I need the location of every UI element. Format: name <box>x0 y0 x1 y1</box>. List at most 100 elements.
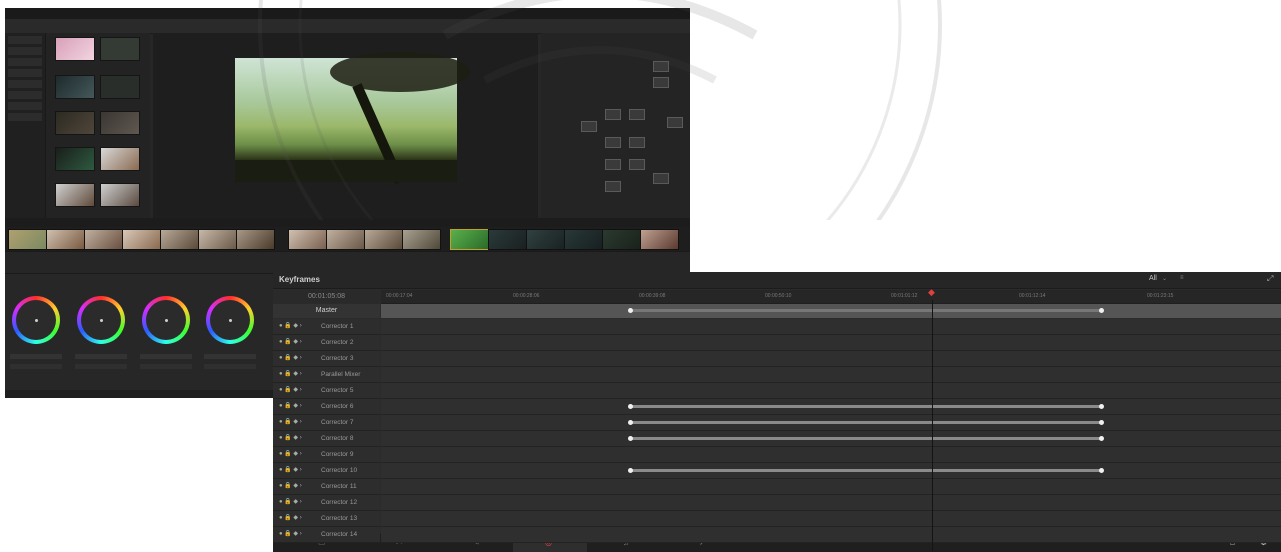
track-label[interactable]: ● 🔒 ◆ › Corrector 6 <box>273 399 380 415</box>
keyframe[interactable] <box>1099 420 1104 425</box>
still-thumbnail[interactable] <box>55 147 95 171</box>
track-label[interactable]: ● 🔒 ◆ › Corrector 1 <box>273 319 380 335</box>
track-label[interactable]: ● 🔒 ◆ › Corrector 8 <box>273 431 380 447</box>
keyframe[interactable] <box>628 308 633 313</box>
still-thumbnail[interactable] <box>55 37 95 61</box>
still-thumbnail[interactable] <box>100 111 140 135</box>
lift-wheel[interactable] <box>12 296 60 344</box>
clip-thumbnail[interactable] <box>326 229 365 250</box>
track-lane[interactable] <box>381 447 1281 463</box>
track-label[interactable]: ● 🔒 ◆ › Corrector 3 <box>273 351 380 367</box>
track-controls[interactable]: ● 🔒 ◆ › <box>279 434 302 441</box>
clip-thumbnail[interactable] <box>288 229 327 250</box>
node[interactable] <box>629 109 645 120</box>
track-controls[interactable]: ● 🔒 ◆ › <box>279 354 302 361</box>
viewer-frame[interactable] <box>235 52 470 185</box>
track-controls[interactable]: ● 🔒 ◆ › <box>279 370 302 377</box>
keyframe[interactable] <box>1099 436 1104 441</box>
clip-thumbnail[interactable] <box>402 229 441 250</box>
track-label[interactable]: ● 🔒 ◆ › Corrector 5 <box>273 383 380 399</box>
node[interactable] <box>653 173 669 184</box>
track-lane[interactable] <box>381 335 1281 351</box>
track-label[interactable]: ● 🔒 ◆ › Corrector 9 <box>273 447 380 463</box>
clip-thumbnail[interactable] <box>602 229 641 250</box>
playhead-marker[interactable]: ◆ <box>928 288 935 297</box>
keyframe[interactable] <box>628 420 633 425</box>
still-thumbnail[interactable] <box>55 75 95 99</box>
track-lane[interactable] <box>381 479 1281 495</box>
gamma-wheel[interactable] <box>77 296 125 344</box>
keyframe-filter-dropdown[interactable]: All <box>1149 275 1157 282</box>
gain-wheel[interactable] <box>142 296 190 344</box>
clip-thumbnail[interactable] <box>160 229 199 250</box>
node[interactable] <box>667 117 683 128</box>
track-lane[interactable] <box>381 463 1281 479</box>
track-label[interactable]: ● 🔒 ◆ › Corrector 10 <box>273 463 380 479</box>
clip-thumbnail[interactable] <box>450 229 489 250</box>
clip-thumbnail[interactable] <box>564 229 603 250</box>
track-lane[interactable] <box>381 495 1281 511</box>
node[interactable] <box>629 137 645 148</box>
still-thumbnail[interactable] <box>100 147 140 171</box>
still-thumbnail[interactable] <box>100 183 140 207</box>
master-track-lane[interactable] <box>381 304 1281 318</box>
clip-thumbnail[interactable] <box>8 229 47 250</box>
track-controls[interactable]: ● 🔒 ◆ › <box>279 466 302 473</box>
track-controls[interactable]: ● 🔒 ◆ › <box>279 338 302 345</box>
clip-thumbnail[interactable] <box>84 229 123 250</box>
expand-icon[interactable]: ⤢ <box>1267 274 1273 284</box>
track-label[interactable]: ● 🔒 ◆ › Corrector 7 <box>273 415 380 431</box>
track-lane[interactable] <box>381 527 1281 543</box>
track-controls[interactable]: ● 🔒 ◆ › <box>279 498 302 505</box>
track-label[interactable]: ● 🔒 ◆ › Corrector 13 <box>273 511 380 527</box>
track-lane[interactable] <box>381 511 1281 527</box>
track-label[interactable]: ● 🔒 ◆ › Corrector 14 <box>273 527 380 543</box>
track-lane[interactable] <box>381 367 1281 383</box>
still-thumbnail[interactable] <box>55 183 95 207</box>
node[interactable] <box>653 77 669 88</box>
track-lane[interactable] <box>381 383 1281 399</box>
clip-thumbnail[interactable] <box>488 229 527 250</box>
node[interactable] <box>605 181 621 192</box>
track-controls[interactable]: ● 🔒 ◆ › <box>279 482 302 489</box>
track-controls[interactable]: ● 🔒 ◆ › <box>279 402 302 409</box>
still-thumbnail[interactable] <box>100 75 140 99</box>
track-controls[interactable]: ● 🔒 ◆ › <box>279 530 302 537</box>
track-lane[interactable] <box>381 415 1281 431</box>
clip-thumbnail[interactable] <box>122 229 161 250</box>
track-lane[interactable] <box>381 399 1281 415</box>
timeline-ruler[interactable]: 00:00:17:04 00:00:28:06 00:00:39:08 00:0… <box>381 290 1281 304</box>
keyframe[interactable] <box>628 404 633 409</box>
keyframe[interactable] <box>1099 468 1104 473</box>
track-lane[interactable] <box>381 431 1281 447</box>
node[interactable] <box>653 61 669 72</box>
clip-thumbnail[interactable] <box>364 229 403 250</box>
track-label[interactable]: ● 🔒 ◆ › Corrector 2 <box>273 335 380 351</box>
clip-thumbnail[interactable] <box>640 229 679 250</box>
keyframe[interactable] <box>628 436 633 441</box>
node[interactable] <box>605 159 621 170</box>
keyframe[interactable] <box>1099 404 1104 409</box>
keyframe[interactable] <box>1099 308 1104 313</box>
track-controls[interactable]: ● 🔒 ◆ › <box>279 450 302 457</box>
track-controls[interactable]: ● 🔒 ◆ › <box>279 322 302 329</box>
track-label[interactable]: ● 🔒 ◆ › Corrector 12 <box>273 495 380 511</box>
clip-thumbnail[interactable] <box>526 229 565 250</box>
still-thumbnail[interactable] <box>55 111 95 135</box>
playhead[interactable] <box>932 300 933 551</box>
clip-thumbnail[interactable] <box>236 229 275 250</box>
node[interactable] <box>605 137 621 148</box>
track-controls[interactable]: ● 🔒 ◆ › <box>279 514 302 521</box>
node[interactable] <box>581 121 597 132</box>
options-icon[interactable]: ≡ <box>1180 275 1184 281</box>
track-label[interactable]: ● 🔒 ◆ › Parallel Mixer <box>273 367 380 383</box>
track-controls[interactable]: ● 🔒 ◆ › <box>279 386 302 393</box>
node[interactable] <box>605 109 621 120</box>
still-thumbnail[interactable] <box>100 37 140 61</box>
clip-thumbnail[interactable] <box>46 229 85 250</box>
track-controls[interactable]: ● 🔒 ◆ › <box>279 418 302 425</box>
node[interactable] <box>629 159 645 170</box>
track-label[interactable]: ● 🔒 ◆ › Corrector 11 <box>273 479 380 495</box>
offset-wheel[interactable] <box>206 296 254 344</box>
chevron-down-icon[interactable]: ⌄ <box>1162 275 1167 282</box>
